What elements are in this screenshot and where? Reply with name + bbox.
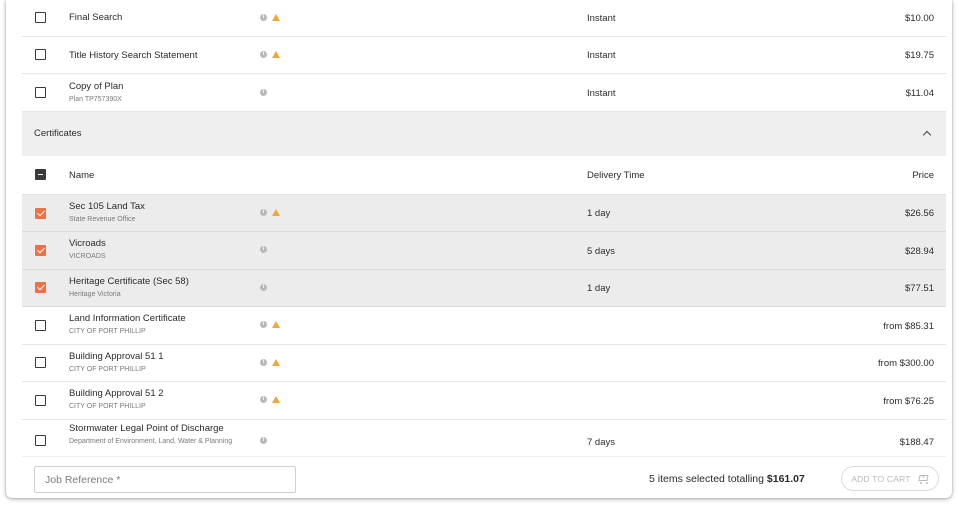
item-row-copy-of-plan[interactable]: Copy of Plan Plan TP757390X i Instant $1… xyxy=(22,74,946,112)
info-icon[interactable]: i xyxy=(260,437,267,444)
item-checkbox[interactable] xyxy=(35,357,46,368)
search-items-list: Final Search i Instant $10.00 Title Hist… xyxy=(22,0,946,456)
item-name: Building Approval 51 2 xyxy=(69,388,164,399)
item-price: $28.94 xyxy=(904,246,934,257)
item-row-vicroads[interactable]: Vicroads VICROADS i 5 days $28.94 xyxy=(22,232,946,270)
item-provider: Plan TP757390X xyxy=(69,96,122,103)
item-row-title-history[interactable]: Title History Search Statement i Instant… xyxy=(22,37,946,74)
item-checkbox[interactable] xyxy=(35,320,46,331)
item-checkbox[interactable] xyxy=(35,245,46,256)
item-name: Building Approval 51 1 xyxy=(69,351,164,362)
item-price: $26.56 xyxy=(904,208,934,219)
item-name: Copy of Plan xyxy=(69,81,124,92)
item-delivery: Instant xyxy=(587,13,616,24)
item-provider: CITY OF PORT PHILLIP xyxy=(69,366,146,373)
info-icon[interactable]: i xyxy=(260,89,267,96)
selection-total: $161.07 xyxy=(766,473,805,485)
warning-icon[interactable] xyxy=(272,359,280,366)
item-name: Title History Search Statement xyxy=(69,50,198,61)
item-delivery: 7 days xyxy=(587,437,615,448)
cart-footer: 5 items selected totalling $161.07 ADD T… xyxy=(22,456,946,498)
add-to-cart-button[interactable]: ADD TO CART + xyxy=(841,466,939,491)
item-row-building-approval-51-1[interactable]: Building Approval 51 1 CITY OF PORT PHIL… xyxy=(22,345,946,382)
item-checkbox[interactable] xyxy=(35,282,46,293)
item-name: Vicroads xyxy=(69,238,106,249)
item-price: $188.47 xyxy=(899,437,934,448)
item-checkbox[interactable] xyxy=(35,435,46,446)
item-name: Land Information Certificate xyxy=(69,313,186,324)
item-provider: CITY OF PORT PHILLIP xyxy=(69,328,146,335)
item-checkbox[interactable] xyxy=(35,87,46,98)
warning-icon[interactable] xyxy=(272,14,280,21)
warning-icon[interactable] xyxy=(272,51,280,58)
item-row-stormwater-legal-point[interactable]: Stormwater Legal Point of Discharge Depa… xyxy=(22,420,946,456)
column-name-header: Name xyxy=(69,170,95,181)
certificates-column-header: Name Delivery Time Price xyxy=(22,156,946,195)
chevron-up-icon[interactable] xyxy=(922,130,932,140)
item-checkbox[interactable] xyxy=(35,49,46,60)
group-title: Certificates xyxy=(34,128,82,139)
add-to-cart-label: ADD TO CART xyxy=(851,473,911,484)
info-icon[interactable]: i xyxy=(260,51,267,58)
item-delivery: Instant xyxy=(587,88,616,99)
item-provider: VICROADS xyxy=(69,253,106,260)
item-delivery: 5 days xyxy=(587,246,615,257)
item-name: Heritage Certificate (Sec 58) xyxy=(69,276,189,287)
item-delivery: 1 day xyxy=(587,208,611,219)
selection-summary: 5 items selected totalling $161.07 xyxy=(649,473,805,485)
order-items-panel: Final Search i Instant $10.00 Title Hist… xyxy=(6,0,952,498)
certificates-group-header[interactable]: Certificates xyxy=(22,112,946,156)
item-name: Final Search xyxy=(69,12,123,23)
info-icon[interactable]: i xyxy=(260,246,267,253)
cart-add-icon: + xyxy=(917,474,929,484)
item-delivery: Instant xyxy=(587,50,616,61)
item-row-building-approval-51-2[interactable]: Building Approval 51 2 CITY OF PORT PHIL… xyxy=(22,382,946,420)
info-icon[interactable]: i xyxy=(260,359,267,366)
item-price: $11.04 xyxy=(905,88,934,99)
item-checkbox[interactable] xyxy=(35,208,46,219)
item-price: $10.00 xyxy=(904,13,934,24)
item-price: from $300.00 xyxy=(878,358,934,369)
item-row-land-information-certificate[interactable]: Land Information Certificate CITY OF POR… xyxy=(22,307,946,345)
info-icon[interactable]: i xyxy=(260,284,267,291)
item-row-final-search[interactable]: Final Search i Instant $10.00 xyxy=(22,0,946,37)
item-row-sec-105-land-tax[interactable]: Sec 105 Land Tax State Revenue Office i … xyxy=(22,195,946,232)
selection-summary-text: 5 items selected totalling xyxy=(649,473,767,485)
item-provider: State Revenue Office xyxy=(69,216,136,223)
item-provider: Heritage Victoria xyxy=(69,291,121,298)
item-provider: CITY OF PORT PHILLIP xyxy=(69,403,146,410)
item-price: from $76.25 xyxy=(883,396,934,407)
info-icon[interactable]: i xyxy=(260,396,267,403)
warning-icon[interactable] xyxy=(272,209,280,216)
item-provider: Department of Environment, Land, Water &… xyxy=(69,438,233,445)
item-name: Stormwater Legal Point of Discharge xyxy=(69,423,224,434)
item-delivery: 1 day xyxy=(587,283,611,294)
item-price: from $85.31 xyxy=(883,321,934,332)
item-checkbox[interactable] xyxy=(35,12,46,23)
item-row-heritage-certificate[interactable]: Heritage Certificate (Sec 58) Heritage V… xyxy=(22,270,946,307)
select-all-checkbox[interactable] xyxy=(35,169,46,180)
column-delivery-header: Delivery Time xyxy=(587,170,645,181)
item-name: Sec 105 Land Tax xyxy=(69,201,145,212)
job-reference-input[interactable] xyxy=(34,466,296,493)
column-price-header: Price xyxy=(912,170,934,181)
item-price: $77.51 xyxy=(904,283,934,294)
item-price: $19.75 xyxy=(904,50,934,61)
warning-icon[interactable] xyxy=(272,396,280,403)
warning-icon[interactable] xyxy=(272,321,280,328)
item-checkbox[interactable] xyxy=(35,395,46,406)
info-icon[interactable]: i xyxy=(260,14,267,21)
info-icon[interactable]: i xyxy=(260,209,267,216)
info-icon[interactable]: i xyxy=(260,321,267,328)
